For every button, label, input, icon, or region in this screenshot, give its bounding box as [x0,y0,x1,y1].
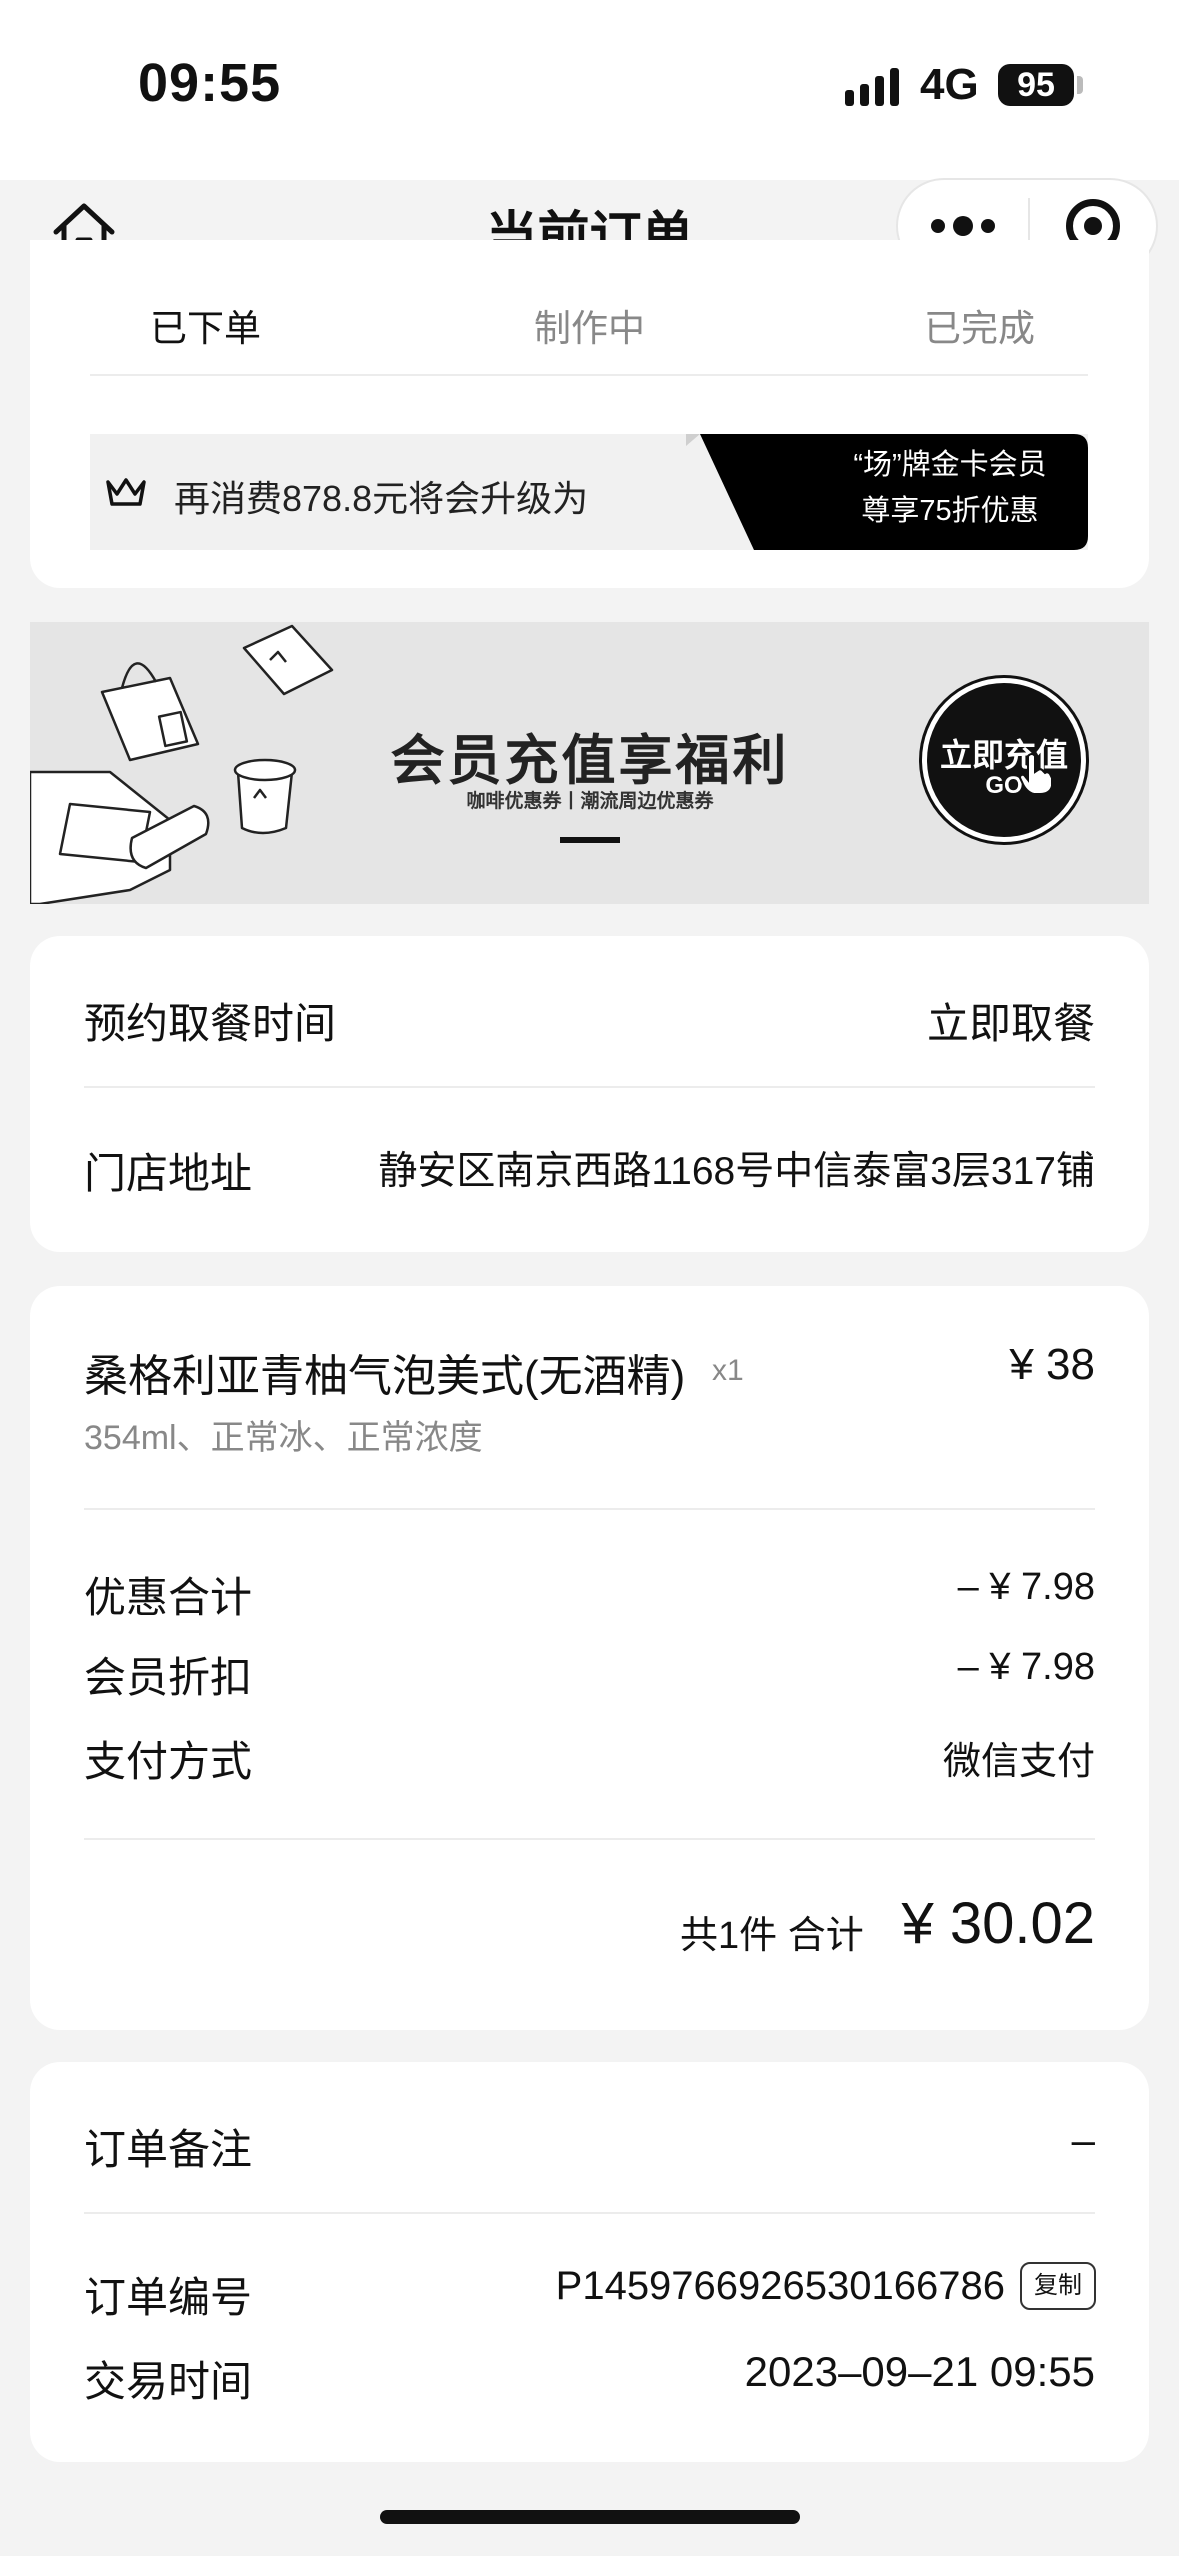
item-price: ¥ 38 [1009,1340,1095,1389]
divider [84,1086,1095,1088]
crown-icon [106,478,146,506]
battery-tip [1077,76,1083,94]
trade-time-label: 交易时间 [84,2358,253,2405]
member-tier-text: “场”牌金卡会员 尊享75折优惠 [800,442,1100,534]
member-tier-line2: 尊享75折优惠 [861,495,1039,527]
dot-icon [981,219,995,233]
home-indicator [380,2510,800,2524]
merch-illustration [30,624,334,904]
pickup-card [30,936,1149,1252]
recharge-go-label: 立即充值 [939,737,1068,773]
store-address-label: 门店地址 [84,1150,253,1197]
tabs-divider [90,374,1088,376]
battery-icon: 95 [998,64,1074,106]
copy-button[interactable]: 复制 [1020,2262,1096,2310]
pickup-time-label: 预约取餐时间 [84,1000,337,1047]
payment-method-value: 微信支付 [942,1741,1095,1783]
recharge-go-sub: GO [985,772,1023,799]
payment-method-label: 支付方式 [84,1738,253,1785]
banner-title: 会员充值享福利 [390,731,790,791]
tab-ordered[interactable]: 已下单 [150,298,261,352]
member-upgrade-text: 再消费878.8元将会升级为 [174,478,589,519]
member-discount-label: 会员折扣 [84,1654,253,1701]
order-note-label: 订单备注 [84,2126,253,2173]
network-label: 4G [920,60,979,109]
divider [84,2212,1095,2214]
discount-label: 优惠合计 [84,1574,253,1621]
discount-value: – ¥ 7.98 [957,1566,1095,1608]
total-label: 共1件 合计 [680,1915,864,1957]
tab-making[interactable]: 制作中 [534,298,645,352]
order-note-value: – [1071,2116,1095,2163]
order-number-label: 订单编号 [84,2274,253,2321]
member-discount-value: – ¥ 7.98 [957,1646,1095,1688]
store-address-value: 静安区南京西路1168号中信泰富3层317铺 [378,1150,1095,1193]
pickup-time-value: 立即取餐 [926,1000,1095,1047]
pointer-hand-icon [1018,753,1053,795]
order-number-value: P1459766926530166786 [555,2264,1005,2308]
trade-time-value: 2023–09–21 09:55 [744,2348,1095,2395]
item-quantity: x1 [712,1354,744,1387]
item-name: 桑格利亚青柚气泡美式(无酒精) [84,1352,686,1401]
member-tier-line1: “场”牌金卡会员 [853,449,1047,481]
divider [84,1838,1095,1840]
dot-icon [953,216,973,236]
tab-completed[interactable]: 已完成 [924,298,1035,352]
divider [84,1508,1095,1510]
item-spec: 354ml、正常冰、正常浓度 [84,1419,483,1457]
status-time: 09:55 [138,53,282,113]
banner-underline [560,837,620,843]
total-value: ¥ 30.02 [901,1891,1095,1956]
dot-icon [931,219,945,233]
signal-icon [845,64,899,106]
banner-subtitle: 咖啡优惠券丨潮流周边优惠券 [466,791,714,812]
